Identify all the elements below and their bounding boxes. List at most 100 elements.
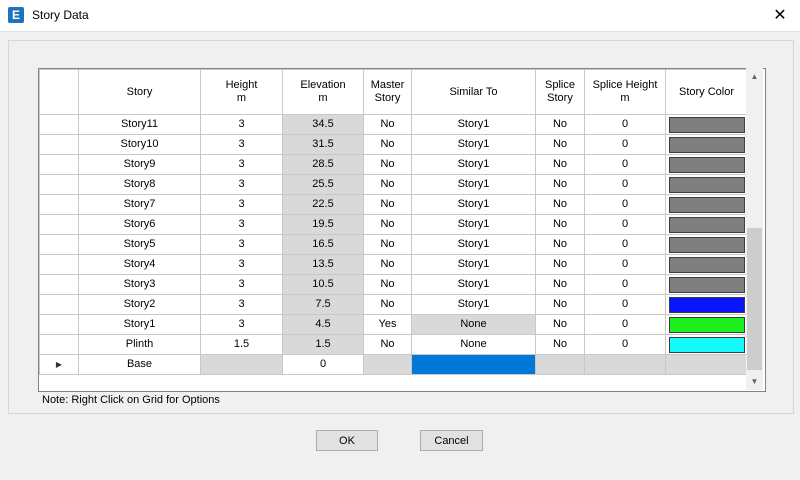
- cell-story[interactable]: Story9: [78, 154, 201, 175]
- cell-elevation[interactable]: 4.5: [282, 314, 364, 335]
- cell-splice-height[interactable]: 0: [584, 134, 666, 155]
- cell-master[interactable]: No: [363, 134, 412, 155]
- cell-splice-height[interactable]: 0: [584, 274, 666, 295]
- row-header[interactable]: [39, 274, 79, 295]
- cell-elevation[interactable]: 7.5: [282, 294, 364, 315]
- table-row[interactable]: Story5 3 16.5 No Story1 No 0: [39, 234, 748, 255]
- cell-story[interactable]: Story11: [78, 114, 201, 135]
- cell-splice-height[interactable]: 0: [584, 194, 666, 215]
- cell-story-color[interactable]: [665, 154, 748, 175]
- cell-master[interactable]: No: [363, 274, 412, 295]
- close-icon[interactable]: ✕: [760, 0, 800, 31]
- cell-splice[interactable]: No: [535, 214, 585, 235]
- cell-height[interactable]: 3: [200, 314, 283, 335]
- table-row[interactable]: Story8 3 25.5 No Story1 No 0: [39, 174, 748, 195]
- cell-splice-height[interactable]: 0: [584, 254, 666, 275]
- column-header-3[interactable]: Master Story: [363, 69, 412, 115]
- cell-master[interactable]: [363, 354, 412, 375]
- cell-height[interactable]: 3: [200, 194, 283, 215]
- row-header[interactable]: [39, 154, 79, 175]
- cell-height[interactable]: 1.5: [200, 334, 283, 355]
- cell-master[interactable]: No: [363, 174, 412, 195]
- cell-story[interactable]: Story7: [78, 194, 201, 215]
- cell-master[interactable]: No: [363, 114, 412, 135]
- cell-story[interactable]: Plinth: [78, 334, 201, 355]
- cell-story-color[interactable]: [665, 274, 748, 295]
- column-header-4[interactable]: Similar To: [411, 69, 536, 115]
- cell-splice-height[interactable]: 0: [584, 294, 666, 315]
- table-row[interactable]: Story9 3 28.5 No Story1 No 0: [39, 154, 748, 175]
- cell-splice[interactable]: No: [535, 114, 585, 135]
- column-header-2[interactable]: Elevation m: [282, 69, 364, 115]
- cell-story-color[interactable]: [665, 174, 748, 195]
- cell-elevation[interactable]: 31.5: [282, 134, 364, 155]
- table-row[interactable]: Story2 3 7.5 No Story1 No 0: [39, 294, 748, 315]
- cell-splice[interactable]: No: [535, 234, 585, 255]
- cell-splice[interactable]: No: [535, 194, 585, 215]
- cell-splice-height[interactable]: 0: [584, 154, 666, 175]
- cell-height[interactable]: 3: [200, 294, 283, 315]
- cell-splice-height[interactable]: [584, 354, 666, 375]
- cell-story[interactable]: Base: [78, 354, 201, 375]
- cell-splice[interactable]: No: [535, 254, 585, 275]
- row-header[interactable]: [39, 294, 79, 315]
- scroll-thumb[interactable]: [747, 228, 762, 370]
- column-header-5[interactable]: Splice Story: [535, 69, 585, 115]
- cell-elevation[interactable]: 16.5: [282, 234, 364, 255]
- cell-similar[interactable]: Story1: [411, 254, 536, 275]
- cell-splice[interactable]: No: [535, 294, 585, 315]
- cell-splice-height[interactable]: 0: [584, 174, 666, 195]
- cancel-button[interactable]: Cancel: [420, 430, 483, 451]
- cell-splice-height[interactable]: 0: [584, 234, 666, 255]
- cell-story[interactable]: Story4: [78, 254, 201, 275]
- table-row[interactable]: Story6 3 19.5 No Story1 No 0: [39, 214, 748, 235]
- ok-button[interactable]: OK: [316, 430, 378, 451]
- cell-story-color[interactable]: [665, 134, 748, 155]
- cell-height[interactable]: 3: [200, 114, 283, 135]
- cell-elevation[interactable]: 25.5: [282, 174, 364, 195]
- column-header-7[interactable]: Story Color: [665, 69, 748, 115]
- row-header[interactable]: [39, 314, 79, 335]
- cell-story-color[interactable]: [665, 334, 748, 355]
- cell-story-color[interactable]: [665, 214, 748, 235]
- cell-splice-height[interactable]: 0: [584, 214, 666, 235]
- cell-elevation[interactable]: 22.5: [282, 194, 364, 215]
- cell-story[interactable]: Story10: [78, 134, 201, 155]
- table-row[interactable]: Story4 3 13.5 No Story1 No 0: [39, 254, 748, 275]
- column-header-1[interactable]: Height m: [200, 69, 283, 115]
- cell-story-color[interactable]: [665, 354, 748, 375]
- cell-story-color[interactable]: [665, 114, 748, 135]
- table-row[interactable]: Story10 3 31.5 No Story1 No 0: [39, 134, 748, 155]
- cell-similar[interactable]: Story1: [411, 154, 536, 175]
- cell-story[interactable]: Story3: [78, 274, 201, 295]
- row-header[interactable]: [39, 254, 79, 275]
- cell-story[interactable]: Story8: [78, 174, 201, 195]
- table-row[interactable]: Story7 3 22.5 No Story1 No 0: [39, 194, 748, 215]
- cell-similar[interactable]: None: [411, 314, 536, 335]
- cell-similar[interactable]: Story1: [411, 214, 536, 235]
- cell-height[interactable]: 3: [200, 214, 283, 235]
- cell-master[interactable]: No: [363, 294, 412, 315]
- cell-master[interactable]: No: [363, 254, 412, 275]
- cell-master[interactable]: No: [363, 154, 412, 175]
- table-row[interactable]: Story3 3 10.5 No Story1 No 0: [39, 274, 748, 295]
- row-header[interactable]: [39, 174, 79, 195]
- cell-similar[interactable]: Story1: [411, 134, 536, 155]
- cell-similar[interactable]: Story1: [411, 114, 536, 135]
- cell-master[interactable]: No: [363, 194, 412, 215]
- cell-splice[interactable]: No: [535, 134, 585, 155]
- cell-height[interactable]: 3: [200, 174, 283, 195]
- cell-splice[interactable]: No: [535, 154, 585, 175]
- cell-splice[interactable]: No: [535, 314, 585, 335]
- cell-height[interactable]: 3: [200, 254, 283, 275]
- cell-similar[interactable]: Story1: [411, 234, 536, 255]
- cell-story[interactable]: Story2: [78, 294, 201, 315]
- table-row[interactable]: Story11 3 34.5 No Story1 No 0: [39, 114, 748, 135]
- row-header-current[interactable]: ▶: [39, 354, 79, 375]
- cell-similar[interactable]: Story1: [411, 274, 536, 295]
- cell-splice[interactable]: [535, 354, 585, 375]
- row-header[interactable]: [39, 214, 79, 235]
- cell-splice[interactable]: No: [535, 334, 585, 355]
- cell-story-color[interactable]: [665, 194, 748, 215]
- column-header-0[interactable]: Story: [78, 69, 201, 115]
